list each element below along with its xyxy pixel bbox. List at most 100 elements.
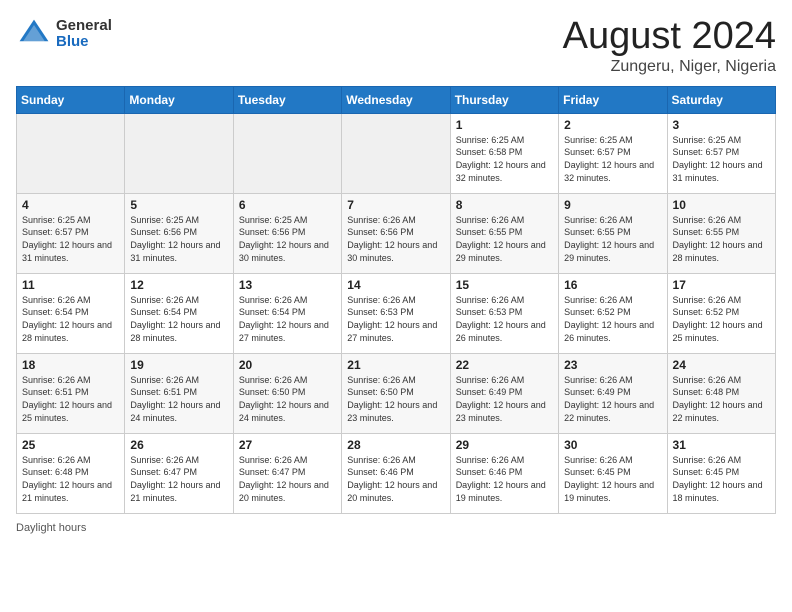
day-info: Sunrise: 6:26 AM Sunset: 6:47 PM Dayligh… [239,454,336,504]
day-number: 13 [239,278,336,292]
footer: Daylight hours [16,522,776,534]
calendar-cell: 19 Sunrise: 6:26 AM Sunset: 6:51 PM Dayli… [125,353,233,433]
week-row-3: 11 Sunrise: 6:26 AM Sunset: 6:54 PM Dayli… [17,273,776,353]
calendar-cell: 29 Sunrise: 6:26 AM Sunset: 6:46 PM Dayli… [450,433,558,513]
calendar-cell [125,113,233,193]
day-number: 4 [22,198,119,212]
calendar-cell: 3Sunrise: 6:25 AM Sunset: 6:57 PM Daylig… [667,113,775,193]
calendar-cell: 25 Sunrise: 6:26 AM Sunset: 6:48 PM Dayli… [17,433,125,513]
day-info: Sunrise: 6:26 AM Sunset: 6:53 PM Dayligh… [456,294,553,344]
logo-blue: Blue [56,34,112,51]
calendar-cell: 30Sunrise: 6:26 AM Sunset: 6:45 PM Dayli… [559,433,667,513]
logo-icon [16,16,52,52]
day-info: Sunrise: 6:26 AM Sunset: 6:48 PM Dayligh… [22,454,119,504]
day-info: Sunrise: 6:25 AM Sunset: 6:58 PM Dayligh… [456,134,553,184]
title-area: August 2024 Zungeru, Niger, Nigeria [563,16,776,76]
calendar-cell: 23 Sunrise: 6:26 AM Sunset: 6:49 PM Dayli… [559,353,667,433]
day-number: 14 [347,278,444,292]
day-info: Sunrise: 6:26 AM Sunset: 6:46 PM Dayligh… [456,454,553,504]
day-info: Sunrise: 6:26 AM Sunset: 6:50 PM Dayligh… [239,374,336,424]
calendar-cell: 4Sunrise: 6:25 AM Sunset: 6:57 PM Daylig… [17,193,125,273]
header: General Blue August 2024 Zungeru, Niger,… [16,16,776,76]
calendar-cell: 2 Sunrise: 6:25 AM Sunset: 6:57 PM Daylig… [559,113,667,193]
calendar-cell: 24 Sunrise: 6:26 AM Sunset: 6:48 PM Dayli… [667,353,775,433]
day-info: Sunrise: 6:26 AM Sunset: 6:55 PM Dayligh… [564,214,661,264]
day-number: 1 [456,118,553,132]
day-number: 6 [239,198,336,212]
day-number: 3 [673,118,770,132]
day-info: Sunrise: 6:26 AM Sunset: 6:48 PM Dayligh… [673,374,770,424]
day-number: 15 [456,278,553,292]
day-number: 31 [673,438,770,452]
logo-general: General [56,18,112,35]
day-number: 30 [564,438,661,452]
header-day-sunday: Sunday [17,86,125,113]
calendar-cell: 15 Sunrise: 6:26 AM Sunset: 6:53 PM Dayli… [450,273,558,353]
calendar-cell: 22Sunrise: 6:26 AM Sunset: 6:49 PM Dayli… [450,353,558,433]
day-number: 5 [130,198,227,212]
header-day-monday: Monday [125,86,233,113]
calendar-cell [233,113,341,193]
day-number: 2 [564,118,661,132]
day-number: 11 [22,278,119,292]
header-day-tuesday: Tuesday [233,86,341,113]
day-info: Sunrise: 6:26 AM Sunset: 6:47 PM Dayligh… [130,454,227,504]
day-info: Sunrise: 6:26 AM Sunset: 6:49 PM Dayligh… [564,374,661,424]
day-info: Sunrise: 6:25 AM Sunset: 6:56 PM Dayligh… [239,214,336,264]
day-number: 7 [347,198,444,212]
day-number: 26 [130,438,227,452]
day-number: 21 [347,358,444,372]
day-info: Sunrise: 6:26 AM Sunset: 6:56 PM Dayligh… [347,214,444,264]
calendar-cell: 26 Sunrise: 6:26 AM Sunset: 6:47 PM Dayli… [125,433,233,513]
logo-text: General Blue [56,18,112,51]
calendar-cell: 21 Sunrise: 6:26 AM Sunset: 6:50 PM Dayli… [342,353,450,433]
day-info: Sunrise: 6:26 AM Sunset: 6:46 PM Dayligh… [347,454,444,504]
day-info: Sunrise: 6:26 AM Sunset: 6:51 PM Dayligh… [22,374,119,424]
calendar-header: SundayMondayTuesdayWednesdayThursdayFrid… [17,86,776,113]
day-number: 19 [130,358,227,372]
calendar-cell: 5 Sunrise: 6:25 AM Sunset: 6:56 PM Daylig… [125,193,233,273]
day-number: 29 [456,438,553,452]
week-row-4: 18 Sunrise: 6:26 AM Sunset: 6:51 PM Dayli… [17,353,776,433]
location-subtitle: Zungeru, Niger, Nigeria [563,58,776,76]
day-number: 28 [347,438,444,452]
day-info: Sunrise: 6:25 AM Sunset: 6:57 PM Dayligh… [564,134,661,184]
day-info: Sunrise: 6:26 AM Sunset: 6:54 PM Dayligh… [239,294,336,344]
header-day-friday: Friday [559,86,667,113]
day-info: Sunrise: 6:25 AM Sunset: 6:56 PM Dayligh… [130,214,227,264]
day-number: 18 [22,358,119,372]
day-info: Sunrise: 6:26 AM Sunset: 6:55 PM Dayligh… [673,214,770,264]
day-info: Sunrise: 6:26 AM Sunset: 6:55 PM Dayligh… [456,214,553,264]
day-number: 23 [564,358,661,372]
calendar-cell: 14Sunrise: 6:26 AM Sunset: 6:53 PM Dayli… [342,273,450,353]
day-info: Sunrise: 6:26 AM Sunset: 6:50 PM Dayligh… [347,374,444,424]
calendar-cell: 11Sunrise: 6:26 AM Sunset: 6:54 PM Dayli… [17,273,125,353]
header-day-thursday: Thursday [450,86,558,113]
day-number: 24 [673,358,770,372]
calendar-cell: 28 Sunrise: 6:26 AM Sunset: 6:46 PM Dayli… [342,433,450,513]
day-info: Sunrise: 6:26 AM Sunset: 6:45 PM Dayligh… [673,454,770,504]
calendar-table: SundayMondayTuesdayWednesdayThursdayFrid… [16,86,776,514]
day-number: 16 [564,278,661,292]
calendar-cell: 18 Sunrise: 6:26 AM Sunset: 6:51 PM Dayli… [17,353,125,433]
month-year-title: August 2024 [563,16,776,58]
week-row-5: 25 Sunrise: 6:26 AM Sunset: 6:48 PM Dayli… [17,433,776,513]
day-number: 12 [130,278,227,292]
day-info: Sunrise: 6:26 AM Sunset: 6:51 PM Dayligh… [130,374,227,424]
day-info: Sunrise: 6:26 AM Sunset: 6:52 PM Dayligh… [673,294,770,344]
header-day-saturday: Saturday [667,86,775,113]
calendar-body: 1 Sunrise: 6:25 AM Sunset: 6:58 PM Daylig… [17,113,776,513]
day-number: 10 [673,198,770,212]
day-number: 22 [456,358,553,372]
calendar-cell: 31 Sunrise: 6:26 AM Sunset: 6:45 PM Dayli… [667,433,775,513]
day-number: 20 [239,358,336,372]
calendar-cell: 1 Sunrise: 6:25 AM Sunset: 6:58 PM Daylig… [450,113,558,193]
calendar-cell: 13 Sunrise: 6:26 AM Sunset: 6:54 PM Dayli… [233,273,341,353]
calendar-cell: 16Sunrise: 6:26 AM Sunset: 6:52 PM Dayli… [559,273,667,353]
day-number: 25 [22,438,119,452]
day-number: 17 [673,278,770,292]
day-number: 9 [564,198,661,212]
calendar-cell: 6 Sunrise: 6:25 AM Sunset: 6:56 PM Daylig… [233,193,341,273]
calendar-cell [17,113,125,193]
day-number: 8 [456,198,553,212]
